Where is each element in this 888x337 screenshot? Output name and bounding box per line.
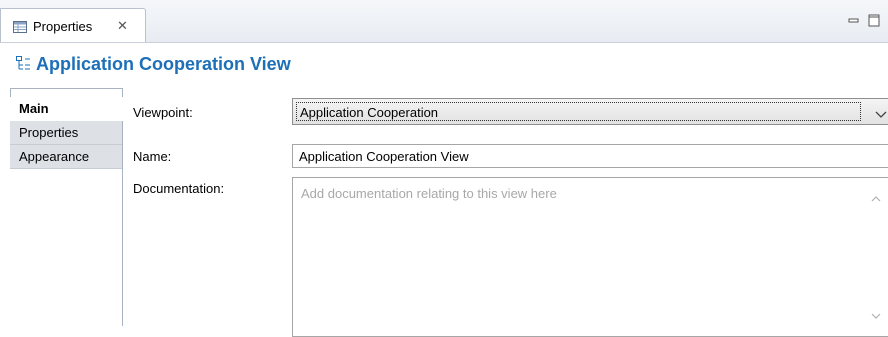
tab-list-top-border [10, 88, 122, 97]
minimize-icon[interactable] [848, 14, 859, 29]
tab-appearance-label: Appearance [19, 149, 90, 164]
tab-properties-label: Properties [19, 125, 79, 140]
close-icon[interactable]: ✕ [117, 18, 128, 34]
page-title: Application Cooperation View [36, 54, 291, 74]
maximize-icon[interactable] [868, 14, 880, 30]
viewpoint-label: Viewpoint: [133, 105, 193, 120]
name-field[interactable] [292, 144, 888, 168]
tab-main-label: Main [19, 101, 49, 116]
view-icon [16, 56, 31, 76]
scroll-up-icon[interactable] [871, 190, 881, 205]
chevron-down-icon[interactable] [875, 107, 887, 122]
scroll-down-icon[interactable] [871, 308, 881, 323]
documentation-placeholder: Add documentation relating to this view … [301, 186, 557, 201]
tab-properties[interactable]: Properties [10, 121, 122, 145]
tab-main[interactable]: Main [10, 97, 123, 121]
name-label: Name: [133, 149, 172, 164]
viewpoint-select[interactable]: Application Cooperation [292, 98, 888, 125]
properties-table-icon [13, 21, 27, 36]
properties-header: Application Cooperation View [0, 43, 888, 88]
view-tab-label: Properties [33, 19, 93, 34]
properties-tab-list: Main Properties Appearance [10, 88, 123, 326]
view-tab-bar: Properties ✕ [0, 0, 888, 43]
tab-appearance[interactable]: Appearance [10, 145, 122, 169]
viewpoint-selected-value: Application Cooperation [296, 102, 861, 121]
properties-view-tab[interactable]: Properties ✕ [0, 8, 146, 42]
documentation-label: Documentation: [133, 181, 225, 196]
documentation-field[interactable]: Add documentation relating to this view … [292, 177, 888, 337]
